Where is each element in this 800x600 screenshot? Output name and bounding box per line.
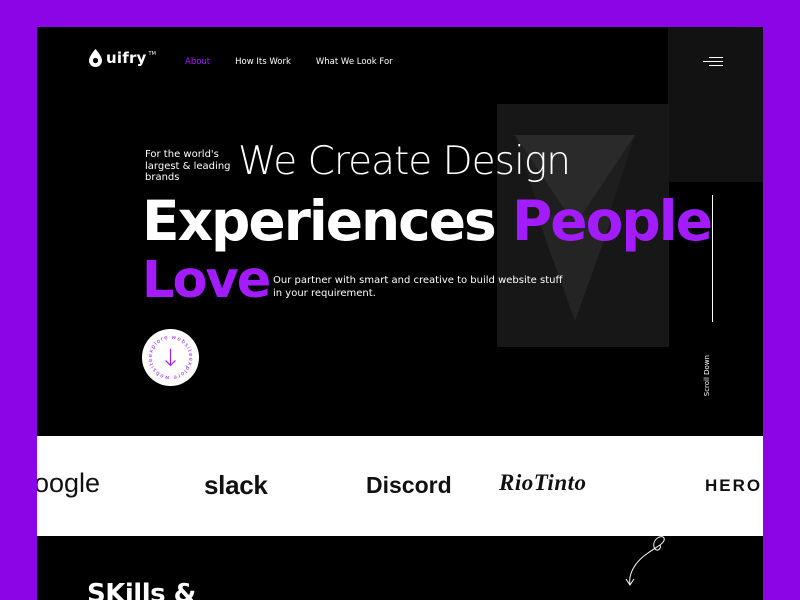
- trademark-label: TM: [148, 51, 156, 57]
- scroll-down-label[interactable]: Scroll Down: [703, 355, 733, 396]
- brand-name: uifry: [106, 49, 147, 67]
- drop-icon: [89, 49, 102, 67]
- hero-subtext: Our partner with smart and creative to b…: [273, 275, 563, 299]
- nav-item-how-its-work[interactable]: How Its Work: [235, 57, 291, 67]
- doodle-arrow-icon: [625, 536, 665, 586]
- landing-page: uifry TM About How Its Work What We Look…: [37, 27, 763, 600]
- headline-word-experiences: Experiences: [142, 189, 497, 253]
- brand-logo-google: oogle: [37, 468, 101, 498]
- brand-logo-discord: Discord: [366, 472, 452, 498]
- brand-logos-strip: oogle slack Discord RioTinto HEROK: [37, 436, 763, 536]
- hero-headline-line1: We Create Design: [238, 139, 571, 184]
- brand-logo[interactable]: uifry TM: [89, 49, 156, 67]
- hero-headline-line3: Love: [142, 251, 271, 310]
- brand-logo-slack: slack: [204, 470, 268, 500]
- hero-tagline: For the world's largest & leading brands: [145, 149, 231, 183]
- hamburger-menu-icon[interactable]: [703, 57, 723, 66]
- brand-logo-heroku: HEROK: [705, 476, 763, 495]
- brand-logo-riotinto: RioTinto: [499, 470, 587, 495]
- skills-section-title: SKills &: [87, 579, 196, 600]
- main-nav: About How Its Work What We Look For: [185, 57, 393, 67]
- headline-word-people: People: [511, 189, 713, 253]
- explore-website-button[interactable]: explore website explore website: [141, 328, 200, 387]
- nav-item-about[interactable]: About: [185, 57, 210, 67]
- scroll-indicator-line: [712, 195, 713, 322]
- nav-item-what-we-look-for[interactable]: What We Look For: [316, 57, 393, 67]
- menu-panel-block: [668, 27, 763, 182]
- hero-headline-line2: Experiences People: [142, 189, 713, 253]
